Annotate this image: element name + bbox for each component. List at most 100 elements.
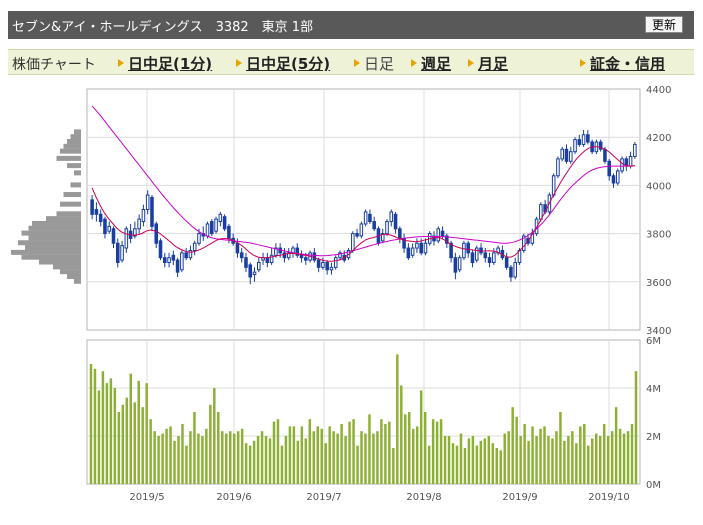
candle-body: [351, 233, 355, 251]
volume-bar: [368, 414, 371, 484]
volume-bar: [217, 412, 220, 484]
candle-body: [103, 218, 107, 235]
volume-bar: [515, 416, 518, 484]
volume-bar: [141, 407, 144, 484]
candle-body: [265, 257, 270, 264]
candle-body: [577, 139, 582, 145]
volume-bar: [419, 390, 423, 484]
candle-body: [184, 252, 188, 259]
volume-bar: [209, 404, 212, 484]
volume-bar: [404, 414, 407, 484]
candle-body: [158, 240, 163, 259]
volume-bar: [256, 436, 260, 484]
volume-bar: [236, 431, 240, 484]
price-profile-bar: [56, 155, 81, 161]
volume-bar: [240, 428, 244, 484]
volume-bar: [344, 436, 347, 484]
volume-bar: [606, 436, 610, 484]
candle-body: [248, 264, 253, 278]
price-profile-bar: [21, 230, 81, 236]
volume-bar: [189, 431, 192, 484]
volume-bar: [205, 428, 208, 484]
volume-bar: [197, 433, 200, 484]
volume-bar: [288, 426, 292, 484]
volume-bar: [547, 436, 550, 484]
volume-bar: [443, 436, 447, 484]
candle-body: [415, 242, 419, 249]
volume-bar: [459, 433, 463, 484]
price-tick-label: 4000: [646, 181, 671, 192]
volume-bar: [591, 438, 594, 484]
volume-bar: [511, 407, 514, 484]
volume-bar: [535, 436, 538, 484]
volume-bar: [260, 431, 264, 484]
volume-bar: [185, 445, 188, 484]
candle-body: [355, 233, 359, 237]
volume-bar: [503, 433, 506, 484]
volume-bar: [352, 419, 355, 484]
volume-bar: [614, 407, 618, 484]
candle-body: [436, 228, 441, 242]
candle-body: [603, 148, 607, 162]
volume-bar: [117, 412, 121, 484]
volume-bar: [137, 380, 140, 484]
volume-bar: [634, 371, 638, 484]
volume-bar: [89, 364, 93, 484]
volume-bar: [563, 440, 566, 484]
volume-bar: [312, 431, 316, 484]
volume-bar: [364, 433, 367, 484]
price-profile-bar: [56, 211, 81, 217]
candle-body: [487, 257, 492, 264]
volume-bar: [244, 443, 248, 484]
volume-bar: [594, 433, 598, 484]
candle-body: [440, 230, 445, 237]
volume-bar: [272, 421, 276, 484]
volume-bar: [487, 436, 491, 484]
volume-bar: [225, 433, 228, 484]
price-tick-label: 3600: [646, 278, 671, 289]
candle-body: [393, 213, 398, 230]
volume-bar: [228, 431, 232, 484]
volume-bar: [622, 433, 626, 484]
volume-bar: [133, 402, 136, 484]
volume-bar: [304, 438, 308, 484]
price-profile-bar: [74, 129, 81, 135]
candle-body: [282, 252, 287, 259]
volume-bar: [157, 436, 160, 484]
candle-body: [368, 213, 372, 223]
volume-bar: [213, 388, 216, 484]
price-profile-bar: [32, 220, 81, 226]
candle-body: [154, 223, 159, 244]
volume-bar: [451, 443, 455, 484]
candle-body: [581, 134, 586, 145]
candle-body: [457, 257, 462, 271]
candle-body: [141, 209, 146, 223]
candle-body: [210, 221, 214, 235]
candle-body: [145, 194, 150, 210]
price-profile-bar: [60, 148, 81, 154]
candle-body: [423, 242, 428, 254]
candle-body: [586, 134, 590, 143]
candle-body: [462, 242, 466, 259]
candle-body: [325, 262, 329, 271]
volume-bar: [587, 445, 590, 484]
candle-body: [628, 155, 633, 167]
volume-bar: [153, 431, 156, 484]
volume-bar: [149, 419, 152, 484]
volume-bar: [626, 431, 630, 484]
price-profile-bar: [11, 249, 81, 255]
price-profile-bar: [67, 273, 81, 279]
candle-body: [214, 218, 218, 232]
candle-body: [513, 262, 517, 278]
candle-body: [453, 257, 458, 273]
volume-bar: [583, 424, 586, 484]
volume-bar: [479, 440, 483, 484]
volume-bar: [491, 443, 495, 484]
volume-bar: [408, 412, 411, 484]
volume-bar: [300, 426, 304, 484]
volume-bar: [248, 445, 252, 484]
volume-tick-label: 0M: [646, 480, 661, 491]
volume-bar: [348, 421, 351, 484]
candle-body: [568, 151, 573, 162]
candle-body: [372, 221, 376, 230]
